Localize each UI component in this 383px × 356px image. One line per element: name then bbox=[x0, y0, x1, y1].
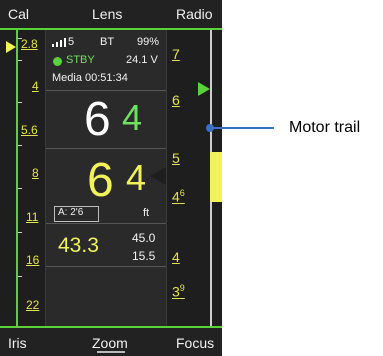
iris-value-16: 16 bbox=[26, 253, 40, 267]
top-tab-bar: Cal Lens Radio bbox=[0, 0, 222, 28]
iris-tick bbox=[18, 102, 22, 103]
focus-value-3-9: 39 bbox=[172, 283, 185, 300]
iris-value-22: 22 bbox=[26, 298, 40, 312]
iris-scale[interactable]: 2.8 4 5.6 8 11 16 22 bbox=[0, 30, 44, 328]
iris-scale-line bbox=[16, 30, 18, 328]
iris-value-2.8: 2.8 bbox=[21, 37, 38, 51]
iris-tick bbox=[18, 38, 22, 39]
iris-value-8: 8 bbox=[32, 166, 39, 180]
zoom-readout-fraction: 4 bbox=[126, 157, 147, 198]
focus-value-4-6-main: 4 bbox=[172, 188, 180, 205]
signal-level: 5 bbox=[68, 36, 75, 48]
motor-trail-callout-line bbox=[206, 124, 274, 132]
iris-position-marker-icon bbox=[6, 41, 16, 53]
voltage-readout: 24.1 V bbox=[126, 54, 158, 66]
iris-value-11: 11 bbox=[26, 210, 39, 224]
focus-value-6: 6 bbox=[172, 92, 180, 108]
focus-value-3-9-sup: 9 bbox=[179, 283, 185, 293]
iris-tick bbox=[18, 232, 22, 233]
aperture-label: A: 2'6 bbox=[58, 207, 84, 218]
divider bbox=[46, 90, 166, 91]
iris-readout-fraction: 4 bbox=[122, 97, 143, 138]
link-type: BT bbox=[100, 36, 115, 48]
focus-position-bar bbox=[210, 152, 222, 202]
focus-value-3-9-main: 3 bbox=[172, 283, 180, 300]
motor-trail-label: Motor trail bbox=[289, 119, 361, 136]
aperture-box: A: 2'6 bbox=[54, 206, 99, 222]
iris-tick bbox=[18, 60, 22, 61]
divider bbox=[46, 223, 166, 224]
tab-lens[interactable]: Lens bbox=[92, 6, 122, 22]
focus-value-4-6-sup: 6 bbox=[179, 188, 185, 198]
focus-value-4-6: 46 bbox=[172, 188, 185, 205]
lens-control-panel: Cal Lens Radio 2.8 4 5.6 8 11 16 22 5 BT… bbox=[0, 0, 222, 356]
mode-status: STBY bbox=[66, 54, 95, 66]
tab-cal[interactable]: Cal bbox=[8, 6, 29, 22]
iris-value-5.6: 5.6 bbox=[21, 123, 38, 137]
zoom-readout-main: 6 bbox=[87, 154, 114, 207]
depth-far: 45.0 bbox=[132, 231, 156, 245]
divider bbox=[46, 148, 166, 149]
divider bbox=[46, 266, 166, 267]
tab-radio[interactable]: Radio bbox=[176, 6, 213, 22]
battery-level: 99% bbox=[137, 36, 160, 48]
tab-focus[interactable]: Focus bbox=[176, 335, 214, 351]
bottom-tab-bar: Iris Zoom Focus bbox=[0, 328, 222, 356]
focus-value-7: 7 bbox=[172, 46, 180, 62]
depth-main: 43.3 bbox=[58, 234, 99, 257]
focus-value-4: 4 bbox=[172, 249, 180, 265]
iris-tick bbox=[18, 145, 22, 146]
standby-status-icon bbox=[53, 57, 62, 66]
distance-unit: ft bbox=[143, 207, 150, 219]
iris-readout-main: 6 bbox=[84, 93, 111, 146]
depth-near: 15.5 bbox=[132, 249, 156, 263]
focus-target-marker-icon bbox=[198, 82, 210, 96]
focus-value-5: 5 bbox=[172, 150, 180, 166]
iris-tick bbox=[18, 188, 22, 189]
mid-left-border bbox=[45, 30, 46, 328]
focus-pointer-icon bbox=[150, 167, 166, 185]
zoom-tab-indicator bbox=[97, 351, 125, 353]
tab-iris[interactable]: Iris bbox=[8, 335, 27, 351]
media-time: Media 00:51:34 bbox=[52, 72, 128, 84]
iris-tick bbox=[18, 276, 22, 277]
signal-strength-icon bbox=[52, 38, 66, 47]
tab-zoom[interactable]: Zoom bbox=[92, 335, 128, 351]
iris-value-4: 4 bbox=[32, 79, 39, 93]
